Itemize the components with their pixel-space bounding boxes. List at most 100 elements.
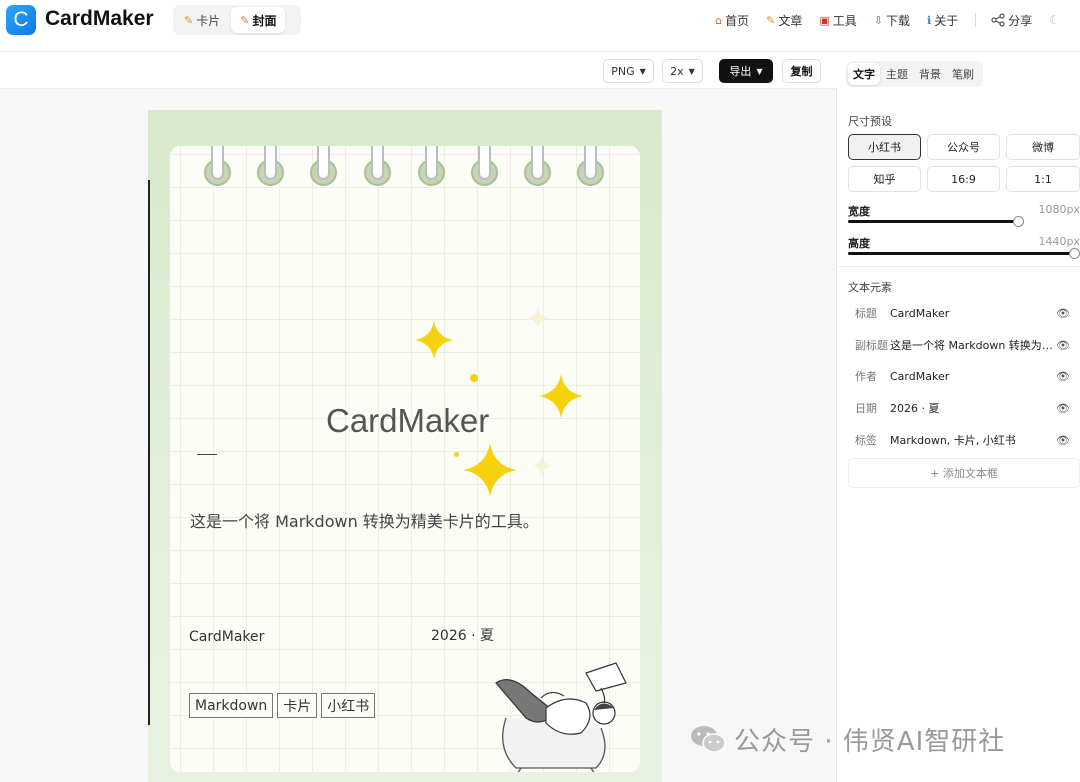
export-button[interactable]: 导出 ▼ [719,59,773,83]
nav-download-label: 下载 [886,13,911,28]
sparkle-icon [415,321,453,359]
sparkle-dot [454,452,459,457]
share-icon [991,13,1005,27]
top-bar: C CardMaker ✎ 卡片 ✎ 封面 ⌂ 首页 ✎ 文章 ▣ 工具 ⇩ 下… [0,0,1080,52]
panel-divider [838,266,1080,267]
spiral-ring [364,146,391,186]
tab-theme[interactable]: 主题 [881,63,913,85]
text-elements-label: 文本元素 [848,281,892,294]
preset-weibo[interactable]: 微博 [1006,134,1080,160]
card-date[interactable]: 2026 · 夏 [431,625,494,645]
card-tag[interactable]: 小红书 [321,693,376,718]
sparkle-icon [527,307,549,329]
card-title[interactable]: CardMaker [326,402,489,440]
width-label: 宽度 [848,205,870,218]
nav-articles-label: 文章 [778,13,803,28]
width-slider-thumb[interactable] [1012,216,1024,227]
nav-home[interactable]: ⌂ 首页 [715,12,749,29]
nav-about[interactable]: ℹ 关于 [927,12,958,29]
preset-16-9[interactable]: 16:9 [927,166,1000,192]
width-slider[interactable] [848,220,1018,223]
size-preset-label: 尺寸预设 [848,115,892,128]
card-tags: Markdown 卡片 小红书 [189,693,376,718]
preset-xiaohongshu[interactable]: 小红书 [848,134,921,160]
preset-1-1[interactable]: 1:1 [1006,166,1080,192]
eye-icon[interactable]: 👁 [1055,434,1071,447]
app-title[interactable]: CardMaker [45,7,154,31]
element-value: CardMaker [890,306,950,320]
notebook-paper [170,146,640,772]
preset-wechat[interactable]: 公众号 [927,134,1000,160]
tab-cover[interactable]: ✎ 封面 [231,7,286,33]
scale-select[interactable]: 2x ▼ [662,59,703,83]
nav-tools[interactable]: ▣ 工具 [819,12,856,29]
tab-card-label: 卡片 [196,13,221,28]
sparkle-icon [463,443,517,497]
eye-icon[interactable]: 👁 [1055,402,1071,415]
card-author[interactable]: CardMaker [189,629,264,645]
tab-brush[interactable]: 笔刷 [947,63,979,85]
add-textbox-button[interactable]: + 添加文本框 [848,458,1080,488]
sparkle-icon [532,456,552,476]
sparkle-dot [470,374,478,382]
text-element-row[interactable]: 日期 2026 · 夏 👁 [848,393,1080,423]
preset-zhihu[interactable]: 知乎 [848,166,921,192]
brush-icon: ✎ [240,13,250,27]
house-icon: ⌂ [715,13,723,27]
card-tag[interactable]: 卡片 [277,693,318,718]
nav-articles[interactable]: ✎ 文章 [766,12,802,29]
format-select[interactable]: PNG ▼ [603,59,654,83]
toolbox-icon: ▣ [819,13,830,27]
tab-background[interactable]: 背景 [914,63,946,85]
element-value: 这是一个将 Markdown 转换为精美卡片的工具。 [890,339,1055,352]
spiral-ring [418,146,445,186]
element-value: Markdown, 卡片, 小红书 [890,434,1016,447]
chevron-down-icon: ▼ [639,66,646,76]
nav-about-label: 关于 [934,13,959,28]
eye-icon[interactable]: 👁 [1055,370,1071,383]
text-element-row[interactable]: 副标题 这是一个将 Markdown 转换为精美卡片的工具。 👁 [848,330,1080,360]
height-slider[interactable] [848,252,1074,255]
text-element-row[interactable]: 标题 CardMaker 👁 [848,298,1080,328]
element-name: 标签 [855,434,877,447]
export-label: 导出 [729,65,752,78]
tab-text[interactable]: 文字 [848,63,880,85]
element-value: 2026 · 夏 [890,402,940,415]
spiral-ring [471,146,498,186]
app-logo[interactable]: C [6,5,36,35]
width-value: 1080px [1038,203,1080,216]
eye-icon[interactable]: 👁 [1055,307,1071,320]
share-button[interactable]: 分享 [991,12,1032,29]
text-element-row[interactable]: 作者 CardMaker 👁 [848,361,1080,391]
element-name: 作者 [855,370,877,383]
element-value: CardMaker [890,369,950,383]
copy-button[interactable]: 复制 [782,59,821,83]
card-preview: CardMaker 这是一个将 Markdown 转换为精美卡片的工具。 Car… [148,110,662,782]
text-element-row[interactable]: 标签 Markdown, 卡片, 小红书 👁 [848,425,1080,455]
wechat-icon [691,726,726,753]
watermark-text: 公众号 · 伟贤AI智研社 [734,726,1006,757]
eye-icon[interactable]: 👁 [1055,339,1071,352]
export-toolbar: PNG ▼ 2x ▼ 导出 ▼ 复制 [0,53,837,89]
info-icon: ℹ [927,13,932,27]
tab-card[interactable]: ✎ 卡片 [175,7,229,33]
top-nav: ⌂ 首页 ✎ 文章 ▣ 工具 ⇩ 下载 ℹ 关于 分享 ☾ [715,10,1080,30]
scale-value: 2x [670,64,684,78]
element-name: 副标题 [855,339,888,352]
card-tag[interactable]: Markdown [189,693,274,718]
panel-tabs: 文字 主题 背景 笔刷 [846,61,983,87]
height-label: 高度 [848,237,870,250]
pencil-icon: ✎ [766,13,776,27]
spiral-ring [310,146,337,186]
spiral-ring [524,146,551,186]
height-value: 1440px [1038,235,1080,248]
spiral-ring [204,146,231,186]
chevron-down-icon: ▼ [756,66,763,76]
height-slider-thumb[interactable] [1069,248,1080,259]
reading-person-illustration [495,662,627,772]
nav-tools-label: 工具 [832,13,857,28]
nav-download[interactable]: ⇩ 下载 [874,12,910,29]
settings-panel: 文字 主题 背景 笔刷 尺寸预设 小红书 公众号 微博 知乎 16:9 1:1 … [838,53,1080,782]
theme-toggle-icon[interactable]: ☾ [1049,13,1060,27]
card-subtitle[interactable]: 这是一个将 Markdown 转换为精美卡片的工具。 [190,508,539,532]
